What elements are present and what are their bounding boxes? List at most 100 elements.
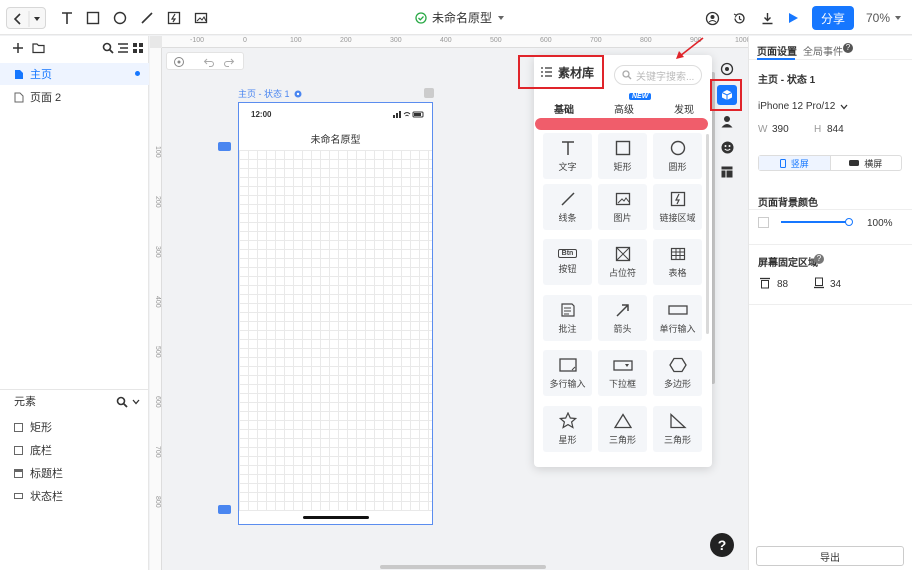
zoom-select[interactable]: 70% [866, 11, 902, 25]
element-bottom-bar[interactable]: 底栏 [14, 442, 52, 458]
polygon-icon [668, 357, 687, 372]
tile-label: 表格 [668, 267, 687, 278]
library-scrollbar[interactable] [706, 134, 709, 334]
element-label: 标题栏 [30, 468, 63, 480]
template-icon[interactable] [717, 162, 737, 182]
tile-multi-input[interactable]: 多行输入 [543, 350, 592, 396]
tile-triangle[interactable]: 三角形 [598, 406, 647, 452]
tile-arrow[interactable]: 箭头 [598, 295, 647, 341]
tab-global-events[interactable]: 全局事件 [803, 43, 843, 58]
line-tool-icon[interactable] [136, 7, 158, 29]
ruler-tick-label: 500 [154, 346, 161, 358]
tile-polygon[interactable]: 多边形 [653, 350, 702, 396]
circle-tool-icon[interactable] [109, 7, 131, 29]
element-title-bar[interactable]: 标题栏 [14, 465, 63, 481]
sort-icon[interactable] [117, 42, 129, 54]
search-icon[interactable] [102, 42, 114, 54]
tile-note[interactable]: 批注 [543, 295, 592, 341]
document-title[interactable]: 未命名原型 [415, 9, 505, 26]
target-icon[interactable] [173, 56, 185, 68]
height-label: H [814, 124, 822, 135]
check-circle-icon [415, 11, 427, 24]
image-tool-icon[interactable] [190, 7, 212, 29]
portrait-button[interactable]: 竖屏 [759, 156, 830, 170]
element-rect[interactable]: 矩形 [14, 419, 52, 435]
landscape-button[interactable]: 横屏 [829, 156, 902, 170]
anchor-tag-icon[interactable] [218, 505, 231, 514]
history-icon[interactable] [728, 7, 750, 29]
pin-icon[interactable] [424, 88, 434, 98]
tile-single-input[interactable]: 单行输入 [653, 295, 702, 341]
horizontal-scrollbar[interactable] [380, 565, 546, 569]
user-circle-icon[interactable] [701, 7, 723, 29]
tile-circle[interactable]: 圆形 [653, 133, 702, 179]
tile-link-area[interactable]: 链接区域 [653, 184, 702, 230]
library-search-input[interactable]: 关键字搜索... [614, 65, 702, 85]
tile-image[interactable]: 图片 [598, 184, 647, 230]
height-field[interactable]: 844 [827, 124, 844, 135]
share-button[interactable]: 分享 [812, 6, 854, 30]
redo-icon[interactable] [223, 56, 235, 68]
tab-page-settings[interactable]: 页面设置 [757, 43, 797, 58]
phone-frame[interactable]: 12:00 未命名原型 [238, 102, 433, 525]
download-icon[interactable] [756, 7, 778, 29]
width-field[interactable]: 390 [772, 124, 789, 135]
page-item-page-2[interactable]: 页面 2 [0, 86, 149, 108]
top-fixed-value[interactable]: 88 [777, 279, 788, 290]
tab-advanced[interactable]: 高级 [614, 101, 634, 116]
device-select[interactable]: iPhone 12 Pro/12 [758, 101, 848, 112]
tile-text[interactable]: 文字 [543, 133, 592, 179]
help-icon[interactable]: ? [843, 43, 853, 53]
caret-down-icon [498, 15, 505, 20]
help-icon[interactable]: ? [814, 254, 824, 264]
opacity-slider-track[interactable] [781, 221, 849, 223]
tile-right-triangle[interactable]: 三角形 [653, 406, 702, 452]
tile-placeholder[interactable]: 占位符 [598, 239, 647, 285]
element-status-bar[interactable]: 状态栏 [14, 488, 63, 504]
emoji-icon[interactable] [717, 137, 737, 157]
target-icon[interactable] [717, 59, 737, 79]
play-icon[interactable] [782, 7, 804, 29]
text-tool-icon[interactable] [56, 7, 78, 29]
bottom-fixed-value[interactable]: 34 [830, 279, 841, 290]
tile-star[interactable]: 星形 [543, 406, 592, 452]
export-button[interactable]: 导出 [756, 546, 904, 566]
page-item-home[interactable]: 主页 [0, 63, 149, 85]
chevron-left-icon[interactable] [7, 8, 47, 30]
tile-line[interactable]: 线条 [543, 184, 592, 230]
text-icon [561, 140, 574, 155]
user-icon[interactable] [717, 111, 737, 131]
undo-icon[interactable] [203, 56, 215, 68]
textarea-icon [558, 357, 577, 372]
tile-label: 多行输入 [549, 378, 586, 389]
tab-basic[interactable]: 基础 [554, 101, 574, 116]
rect-tool-icon[interactable] [82, 7, 104, 29]
right-properties-panel [748, 36, 912, 570]
ruler-tick-label: 0 [243, 37, 247, 44]
add-page-icon[interactable] [12, 42, 24, 54]
bg-color-swatch[interactable] [758, 217, 769, 228]
tile-table[interactable]: 表格 [653, 239, 702, 285]
search-icon [622, 70, 632, 80]
search-icon[interactable] [116, 396, 128, 408]
portrait-icon [779, 158, 786, 168]
link-area-tool-icon[interactable] [163, 7, 185, 29]
folder-icon[interactable] [32, 42, 45, 54]
frame-label[interactable]: 主页 - 状态 1 [238, 87, 302, 100]
chevron-down-icon[interactable] [132, 398, 140, 406]
back-nav-group[interactable] [6, 7, 46, 29]
anchor-tag-icon[interactable] [218, 142, 231, 151]
help-icon[interactable]: ? [710, 533, 734, 557]
tab-discover[interactable]: 发现 [674, 101, 694, 116]
tile-rect[interactable]: 矩形 [598, 133, 647, 179]
tile-select[interactable]: 下拉框 [598, 350, 647, 396]
tile-label: 批注 [558, 323, 577, 334]
grid-view-icon[interactable] [132, 42, 144, 54]
library-icon-highlight [710, 79, 742, 111]
opacity-value[interactable]: 100% [867, 218, 893, 229]
width-label: W [758, 124, 768, 135]
opacity-slider-handle[interactable] [845, 218, 853, 226]
tile-button[interactable]: Btn 按钮 [543, 239, 592, 285]
settings-badge-icon[interactable] [294, 90, 302, 98]
ruler-tick-label: -100 [190, 37, 205, 44]
